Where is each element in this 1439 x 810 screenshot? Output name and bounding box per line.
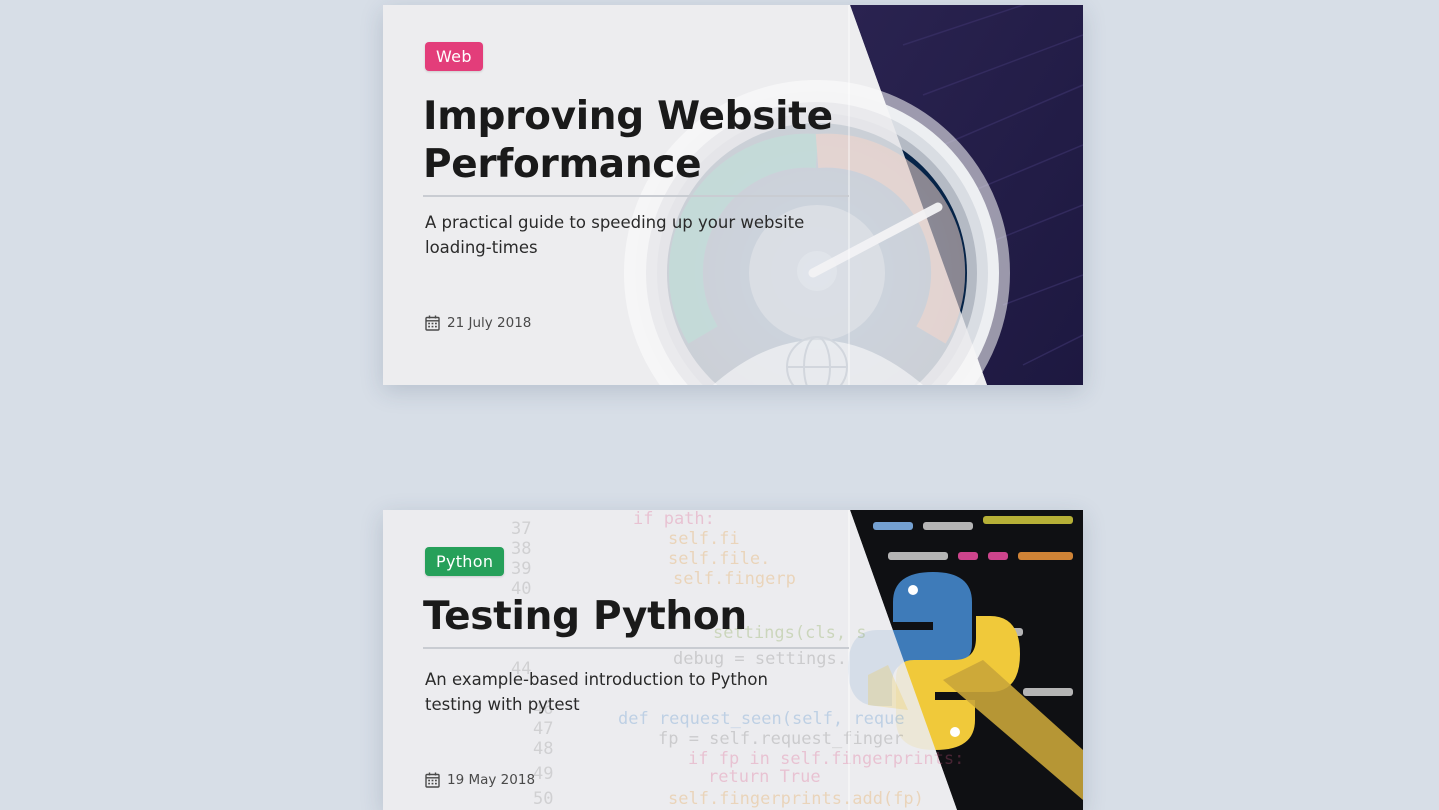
post-card-web-performance[interactable]: Web Improving Website Performance A prac… bbox=[383, 5, 1083, 385]
svg-text:return True: return True bbox=[708, 767, 821, 787]
date-text: 19 May 2018 bbox=[447, 772, 536, 788]
svg-text:48: 48 bbox=[533, 739, 553, 759]
post-card-testing-python[interactable]: 37 38 39 40 44 46 47 48 49 50 if path: s… bbox=[383, 510, 1083, 810]
category-tag[interactable]: Python bbox=[425, 547, 505, 576]
category-tag[interactable]: Web bbox=[425, 42, 483, 71]
svg-text:self.fi: self.fi bbox=[668, 529, 740, 549]
post-date: 21 July 2018 bbox=[425, 315, 531, 331]
date-text: 21 July 2018 bbox=[447, 315, 532, 331]
svg-text:debug = settings.: debug = settings. bbox=[673, 649, 847, 669]
svg-text:if path:: if path: bbox=[633, 510, 715, 529]
calendar-icon bbox=[425, 772, 440, 788]
svg-text:self.fingerprints.add(fp): self.fingerprints.add(fp) bbox=[668, 789, 924, 809]
svg-text:47: 47 bbox=[533, 719, 553, 739]
svg-text:fp = self.request_finger: fp = self.request_finger bbox=[658, 729, 904, 749]
svg-text:if fp in self.fingerprints:: if fp in self.fingerprints: bbox=[688, 749, 964, 769]
svg-text:self.file.: self.file. bbox=[668, 549, 770, 569]
svg-text:self.fingerp: self.fingerp bbox=[673, 569, 796, 589]
post-date: 19 May 2018 bbox=[425, 772, 535, 788]
post-description: A practical guide to speeding up your we… bbox=[425, 213, 805, 257]
svg-text:37: 37 bbox=[511, 519, 531, 539]
post-title[interactable]: Improving Website Performance bbox=[423, 93, 849, 197]
post-title[interactable]: Testing Python bbox=[423, 593, 849, 649]
calendar-icon bbox=[425, 315, 440, 331]
svg-text:49: 49 bbox=[533, 764, 553, 784]
svg-text:50: 50 bbox=[533, 789, 553, 809]
svg-text:38: 38 bbox=[511, 539, 531, 559]
svg-text:39: 39 bbox=[511, 559, 531, 579]
post-description: An example-based introduction to Python … bbox=[425, 670, 768, 714]
